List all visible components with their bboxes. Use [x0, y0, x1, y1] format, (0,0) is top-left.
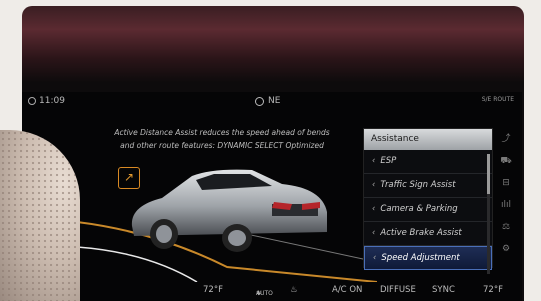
seat-belt-icon[interactable]: ⤴ — [492, 128, 520, 150]
car-side-icon[interactable]: ⊟ — [492, 172, 520, 194]
clock-icon — [28, 97, 36, 105]
menu-item-label: Traffic Sign Assist — [380, 180, 456, 190]
diffuse-button[interactable]: DIFFUSE — [380, 285, 416, 295]
chevron-left-icon: ‹ — [372, 204, 376, 214]
side-icon-bar: ⤴ ⛟ ⊟ ılıl ⚖ ⚙ — [492, 128, 520, 268]
car-image — [131, 169, 327, 252]
menu-title: Assistance — [364, 129, 492, 150]
display-screen: 11:09 NE S/E ROUTE Active Distance Assis… — [22, 92, 522, 301]
menu-item-label: Active Brake Assist — [380, 228, 462, 238]
seat-heat-icon[interactable]: ♨ — [290, 285, 298, 295]
menu-item-esp[interactable]: ‹ ESP — [364, 150, 492, 174]
chevron-left-icon: ‹ — [372, 180, 376, 190]
fan-label: AUTO — [256, 290, 273, 297]
climate-bar: 72°F ✻ AUTO ♨ A/C ON DIFFUSE SYNC 72°F — [22, 282, 522, 301]
clock-time: 11:09 — [39, 96, 65, 106]
compass-icon — [255, 97, 264, 106]
menu-item-camera-parking[interactable]: ‹ Camera & Parking — [364, 198, 492, 222]
info-message: Active Distance Assist reduces the speed… — [102, 126, 342, 152]
settings-icon[interactable]: ⚙ — [492, 238, 520, 260]
chevron-left-icon: ‹ — [372, 228, 376, 238]
menu-scrollbar[interactable] — [487, 154, 490, 274]
chevron-left-icon: ‹ — [373, 253, 377, 263]
right-temperature[interactable]: 72°F — [483, 285, 503, 295]
compass-heading: NE — [268, 96, 281, 106]
scale-icon[interactable]: ⚖ — [492, 216, 520, 238]
menu-item-traffic-sign-assist[interactable]: ‹ Traffic Sign Assist — [364, 174, 492, 198]
menu-item-label: Speed Adjustment — [381, 253, 460, 263]
info-message-line2: and other route features: DYNAMIC SELECT… — [120, 141, 324, 150]
menu-item-label: ESP — [380, 156, 397, 166]
info-message-line1: Active Distance Assist reduces the speed… — [114, 128, 330, 137]
scrollbar-thumb[interactable] — [487, 154, 490, 194]
left-temperature[interactable]: 72°F — [203, 285, 223, 295]
menu-item-label: Camera & Parking — [380, 204, 458, 214]
car-front-icon[interactable]: ⛟ — [492, 150, 520, 172]
status-bar: 11:09 NE S/E ROUTE — [22, 92, 522, 112]
ac-button[interactable]: A/C ON — [332, 285, 362, 295]
sync-button[interactable]: SYNC — [432, 285, 455, 295]
bars-icon[interactable]: ılıl — [492, 194, 520, 216]
route-indicator: S/E ROUTE — [481, 96, 514, 103]
menu-item-speed-adjustment[interactable]: ‹ Speed Adjustment — [364, 246, 492, 270]
assistance-menu: Assistance ‹ ESP ‹ Traffic Sign Assist ‹ Ca… — [363, 128, 493, 270]
menu-item-active-brake-assist[interactable]: ‹ Active Brake Assist — [364, 222, 492, 246]
chevron-left-icon: ‹ — [372, 156, 376, 166]
